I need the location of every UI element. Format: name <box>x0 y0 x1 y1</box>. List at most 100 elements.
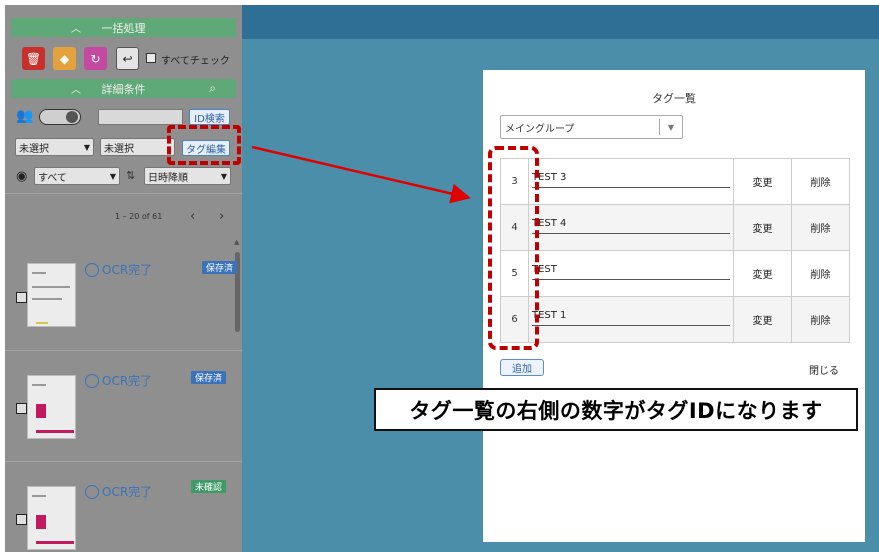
divider <box>5 461 242 462</box>
highlight-box <box>167 125 241 165</box>
thumb-graphic <box>36 404 46 418</box>
prev-page-icon[interactable]: ‹ <box>190 209 195 224</box>
id-search-input[interactable] <box>98 109 183 125</box>
document-thumbnail[interactable] <box>27 486 76 550</box>
thumb-line <box>32 495 46 497</box>
edit-button[interactable]: 変更 <box>733 158 792 205</box>
eye-icon: ◉ <box>16 169 28 184</box>
filter-select-2[interactable]: 未選択 <box>100 138 175 156</box>
detail-header[interactable]: ︿ 詳細条件 ⌕ <box>11 79 236 98</box>
filter-select-1[interactable]: 未選択 ▼ <box>15 138 94 156</box>
input-underline <box>532 187 730 188</box>
chevron-up-icon: ︿ <box>71 85 81 96</box>
add-button[interactable]: 追加 <box>500 359 544 376</box>
close-button[interactable]: 閉じる <box>809 362 839 377</box>
id-column-highlight <box>488 146 539 350</box>
delete-icon[interactable]: 🗑 <box>22 47 45 70</box>
input-underline <box>532 279 730 280</box>
input-underline <box>532 325 730 326</box>
divider <box>5 350 242 351</box>
tag-name-cell[interactable]: TEST 1 <box>528 296 734 343</box>
ocr-sync-icon <box>85 484 99 499</box>
table-row: 3 TEST 3 変更 削除 <box>500 158 850 205</box>
undo-icon[interactable]: ↩ <box>116 47 139 70</box>
status-badge: 保存済 <box>191 371 227 384</box>
document-thumbnail[interactable] <box>27 375 76 439</box>
chevron-down-icon: ▼ <box>83 142 90 152</box>
users-icon: 👥 <box>16 108 34 124</box>
refresh-icon[interactable]: ↻ <box>84 47 107 70</box>
scroll-up-icon[interactable]: ▲ <box>234 238 239 246</box>
filter-select-2-value: 未選択 <box>104 143 134 155</box>
chevron-down-icon: ▼ <box>109 171 116 181</box>
sort-select[interactable]: 日時降順 ▼ <box>144 167 231 185</box>
select-separator <box>659 119 660 135</box>
thumb-line <box>36 322 48 324</box>
thumb-line <box>32 298 62 300</box>
delete-button[interactable]: 削除 <box>791 250 850 297</box>
sort-value: 日時降順 <box>148 172 188 184</box>
ocr-status: OCR完了 <box>85 483 152 500</box>
sidebar: ︿ 一括処理 🗑 ◆ ↻ ↩ すべてチェック ︿ 詳細条件 ⌕ 👥 ID検索 未… <box>5 5 242 552</box>
toggle-knob <box>66 111 78 123</box>
ocr-status-text: OCR完了 <box>102 263 153 277</box>
id-search-button[interactable]: ID検索 <box>189 109 230 125</box>
modal-title: タグ一覧 <box>652 92 696 105</box>
sort-icon: ⇅ <box>126 169 136 182</box>
view-filter-select[interactable]: すべて ▼ <box>34 167 120 185</box>
batch-header-label: 一括処理 <box>101 21 146 35</box>
delete-button[interactable]: 削除 <box>791 158 850 205</box>
detail-header-label: 詳細条件 <box>101 82 146 96</box>
delete-button[interactable]: 削除 <box>791 296 850 343</box>
next-page-icon[interactable]: › <box>219 209 224 224</box>
top-bar <box>242 5 879 39</box>
thumb-graphic <box>36 515 46 529</box>
chevron-down-icon: ▼ <box>667 122 674 132</box>
ocr-status: OCR完了 <box>85 372 152 389</box>
edit-button[interactable]: 変更 <box>733 296 792 343</box>
thumb-graphic <box>36 541 74 544</box>
item-checkbox[interactable] <box>16 514 27 525</box>
search-icon[interactable]: ⌕ <box>209 81 216 96</box>
annotation-callout: タグ一覧の右側の数字がタグIDになります <box>374 388 858 431</box>
status-badge: 保存済 <box>202 261 238 274</box>
divider <box>5 193 242 194</box>
ocr-sync-icon <box>85 373 99 388</box>
tag-name-cell[interactable]: TEST 4 <box>528 204 734 251</box>
thumb-line <box>32 384 46 386</box>
edit-button[interactable]: 変更 <box>733 250 792 297</box>
batch-header[interactable]: ︿ 一括処理 <box>11 18 236 37</box>
item-checkbox[interactable] <box>16 403 27 414</box>
group-select[interactable]: メイングループ ▼ <box>500 115 683 139</box>
tag-icon[interactable]: ◆ <box>53 47 76 70</box>
ocr-status-text: OCR完了 <box>102 485 153 499</box>
toggle-switch[interactable] <box>39 109 81 125</box>
select-all-checkbox[interactable] <box>146 53 156 63</box>
chevron-down-icon: ▼ <box>220 171 227 181</box>
tag-list-modal: タグ一覧 メイングループ ▼ 3 TEST 3 変更 削除 4 TEST 4 変… <box>483 70 865 542</box>
select-all-label: すべてチェック <box>161 56 230 67</box>
tag-name-cell[interactable]: TEST 3 <box>528 158 734 205</box>
chevron-up-icon: ︿ <box>71 24 81 35</box>
pager-text: 1 – 20 of 61 <box>115 212 163 221</box>
thumb-line <box>32 286 70 288</box>
status-badge: 未確認 <box>191 480 227 493</box>
group-select-value: メイングループ <box>505 123 575 135</box>
table-row: 4 TEST 4 変更 削除 <box>500 204 850 251</box>
ocr-status-text: OCR完了 <box>102 374 153 388</box>
document-thumbnail[interactable] <box>27 263 76 327</box>
edit-button[interactable]: 変更 <box>733 204 792 251</box>
table-row: 5 TEST 変更 削除 <box>500 250 850 297</box>
item-checkbox[interactable] <box>16 292 27 303</box>
filter-select-1-value: 未選択 <box>19 143 49 155</box>
input-underline <box>532 233 730 234</box>
view-filter-value: すべて <box>38 172 67 184</box>
ocr-status: OCR完了 <box>85 261 152 278</box>
delete-button[interactable]: 削除 <box>791 204 850 251</box>
tag-name-cell[interactable]: TEST <box>528 250 734 297</box>
ocr-sync-icon <box>85 262 99 277</box>
thumb-line <box>32 272 46 274</box>
tag-table: 3 TEST 3 変更 削除 4 TEST 4 変更 削除 5 TEST 変更 … <box>500 158 850 343</box>
table-row: 6 TEST 1 変更 削除 <box>500 296 850 343</box>
thumb-graphic <box>36 430 74 433</box>
